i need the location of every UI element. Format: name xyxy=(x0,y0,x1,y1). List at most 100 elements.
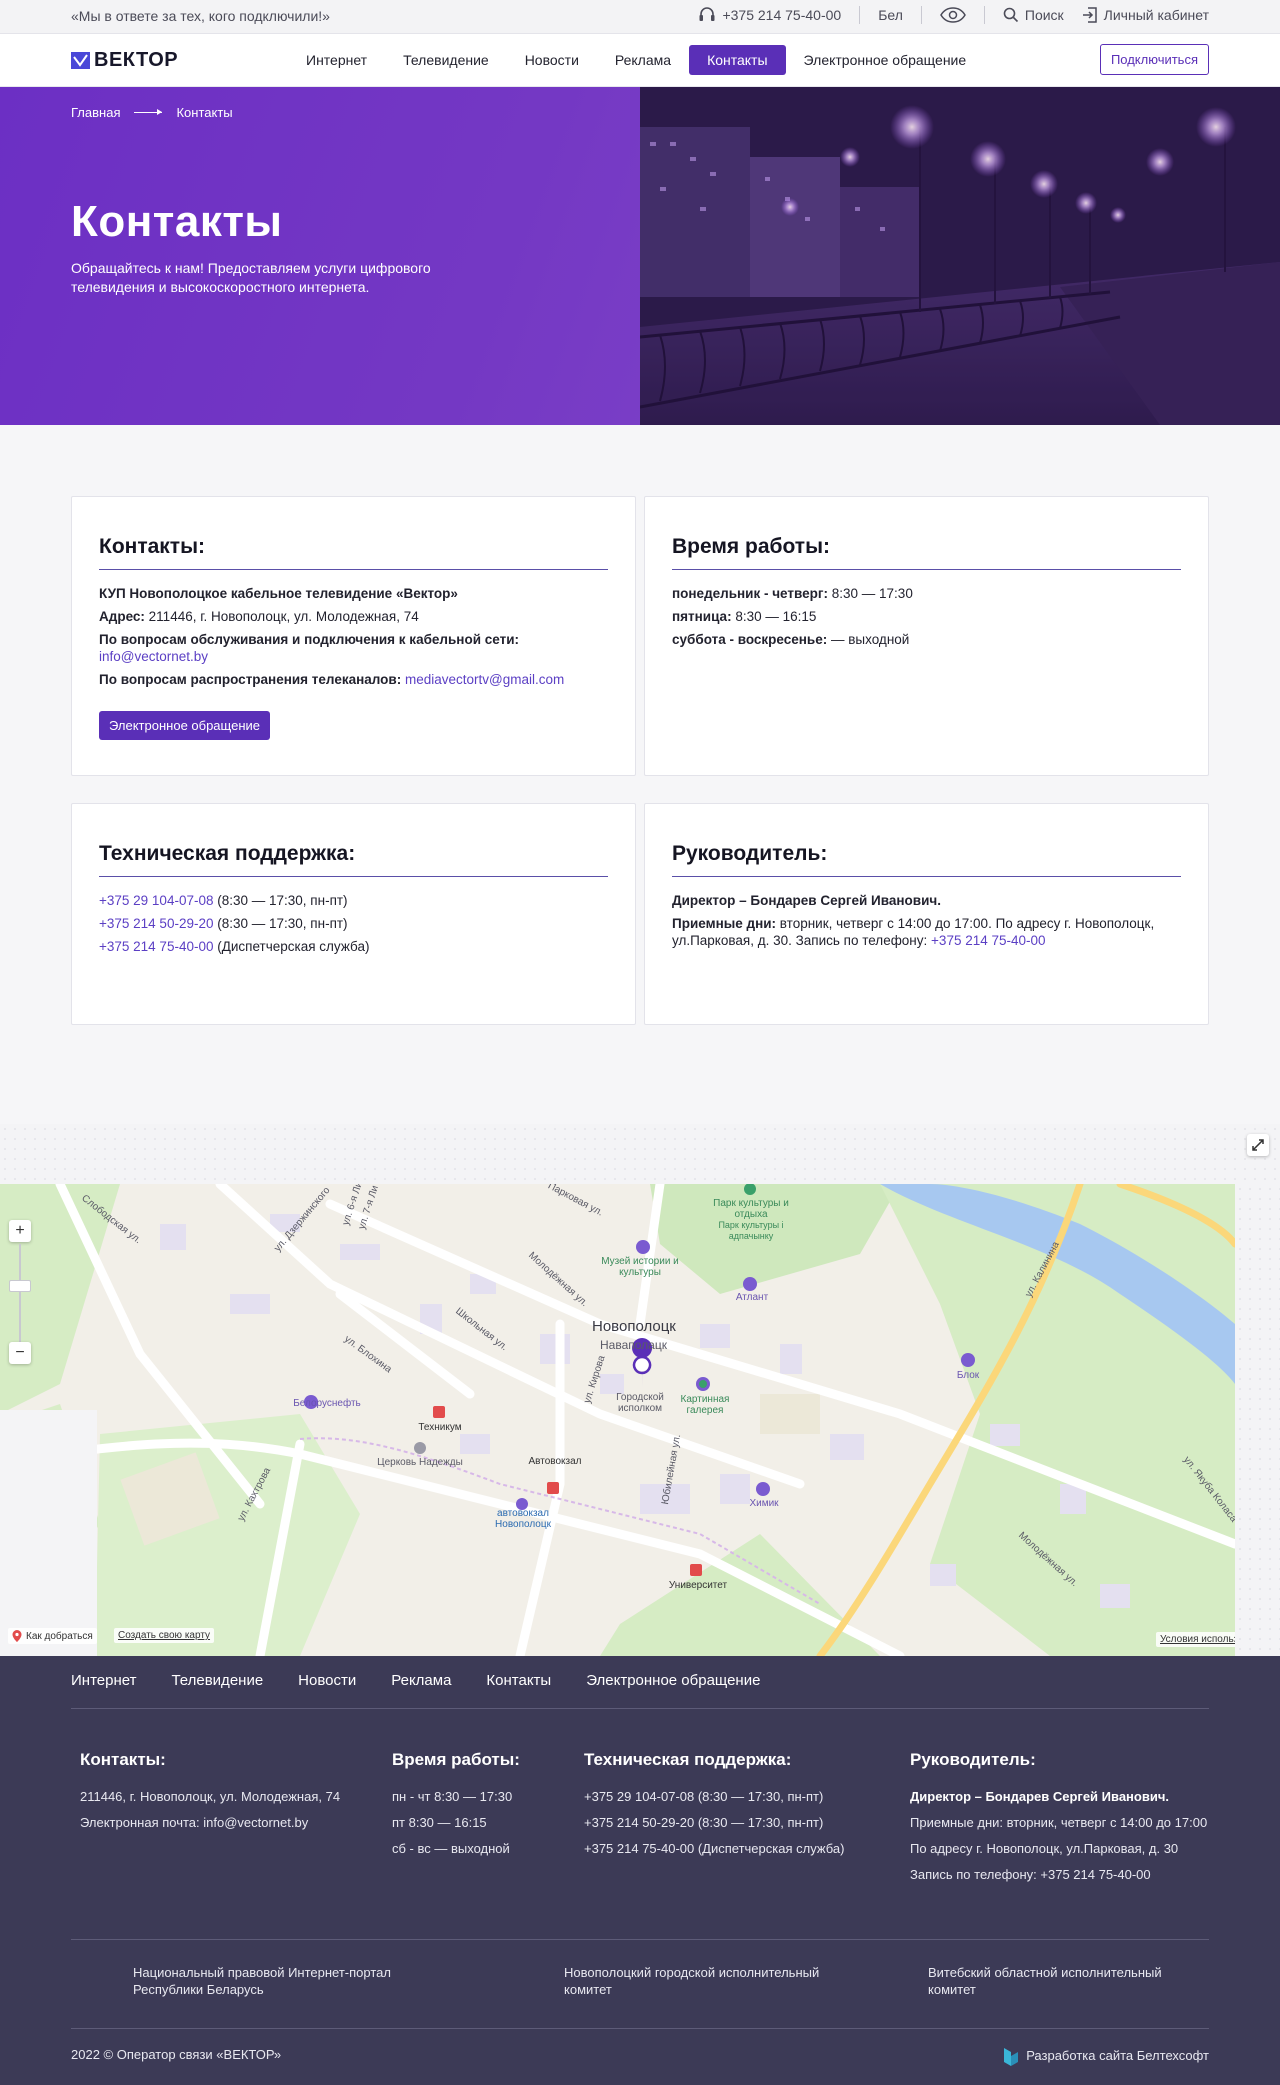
channels-email-link[interactable]: mediavectortv@gmail.com xyxy=(405,672,564,687)
cabinet-link[interactable]: Личный кабинет xyxy=(1082,7,1209,23)
nav-internet[interactable]: Интернет xyxy=(288,45,385,75)
map-poi: Техникум xyxy=(418,1422,462,1433)
footer-director-line: По адресу г. Новополоцк, ул.Парковая, д.… xyxy=(910,1841,1179,1856)
route-link[interactable]: Как добраться xyxy=(8,1628,97,1644)
footer-support: Техническая поддержка: +375 29 104-07-08… xyxy=(584,1750,844,1862)
create-map-link[interactable]: Создать свою карту xyxy=(114,1628,215,1643)
logo-text: ВЕКТОР xyxy=(94,49,179,71)
terms-link[interactable]: Условия использования xyxy=(1156,1632,1235,1647)
support-row: +375 29 104-07-08 (8:30 — 17:30, пн-пт) xyxy=(99,892,608,909)
logo-mark-icon xyxy=(71,52,90,69)
hero-night-street-image xyxy=(640,87,1280,425)
org-name: КУП Новополоцкое кабельное телевидение «… xyxy=(99,586,458,601)
nav-contacts[interactable]: Контакты xyxy=(689,45,786,75)
address-label: Адрес: xyxy=(99,609,145,624)
map-poi: Блок xyxy=(956,1370,980,1381)
footer-hours-line: пт 8:30 — 16:15 xyxy=(392,1815,487,1830)
nav-ads[interactable]: Реклама xyxy=(597,45,689,75)
search-link[interactable]: Поиск xyxy=(1003,7,1064,23)
support-note: (8:30 — 17:30, пн-пт) xyxy=(217,916,348,931)
footer-director-line: Приемные дни: вторник, четверг с 14:00 д… xyxy=(910,1815,1208,1830)
footer-nav-tv[interactable]: Телевидение xyxy=(171,1672,263,1689)
map-poi: Церковь Надежды xyxy=(377,1457,463,1468)
hours-card: Время работы: понедельник - четверг: 8:3… xyxy=(644,496,1209,776)
service-email-link[interactable]: info@vectornet.by xyxy=(99,649,208,664)
divider xyxy=(859,6,861,24)
footer-support-line[interactable]: +375 214 50-29-20 (8:30 — 17:30, пн-пт) xyxy=(584,1810,844,1836)
page-subtitle: Обращайтесь к нам! Предоставляем услуги … xyxy=(71,260,431,295)
map-poi: Музей истории и культуры xyxy=(601,1256,679,1278)
map[interactable]: Новополоцк Наваполацк Городской исполком… xyxy=(0,1184,1235,1656)
search-icon xyxy=(1003,7,1018,23)
zoom-out-icon[interactable]: − xyxy=(9,1342,31,1364)
footer-address: 211446, г. Новополоцк, ул. Молодежная, 7… xyxy=(80,1789,341,1804)
zoom-in-icon[interactable]: + xyxy=(9,1220,31,1242)
map-poi: Белоруснефть xyxy=(293,1398,361,1409)
address: 211446, г. Новополоцк, ул. Молодежная, 7… xyxy=(148,609,419,624)
zoom-track[interactable] xyxy=(19,1244,21,1342)
eye-icon[interactable] xyxy=(940,7,966,23)
nav-appeal[interactable]: Электронное обращение xyxy=(786,45,985,75)
map-side-strip xyxy=(1235,1184,1280,1656)
divider xyxy=(672,876,1181,877)
director-body: Директор – Бондарев Сергей Иванович. При… xyxy=(672,892,1181,955)
divider xyxy=(71,1708,1209,1709)
divider xyxy=(99,569,608,570)
reception-phone-link[interactable]: +375 214 75-40-00 xyxy=(931,933,1045,948)
support-phone-link[interactable]: +375 214 75-40-00 xyxy=(99,939,213,954)
service-label: По вопросам обслуживания и подключения к… xyxy=(99,632,519,647)
map-poi: Картинная галерея xyxy=(680,1394,730,1416)
developer-logo-icon xyxy=(1004,2048,1019,2066)
header: ВЕКТОР Интернет Телевидение Новости Рекл… xyxy=(0,34,1280,87)
footer-support-line[interactable]: +375 214 75-40-00 (Диспетчерская служба) xyxy=(584,1836,844,1862)
nav-news[interactable]: Новости xyxy=(507,45,597,75)
divider xyxy=(672,569,1181,570)
zoom-handle[interactable] xyxy=(9,1280,31,1292)
footer-nav-contacts[interactable]: Контакты xyxy=(486,1672,551,1689)
director-name: Директор – Бондарев Сергей Иванович. xyxy=(672,893,941,908)
footer-director-line: Запись по телефону: +375 214 75-40-00 xyxy=(910,1867,1151,1882)
footer-nav-news[interactable]: Новости xyxy=(298,1672,356,1689)
partner-link[interactable]: Витебский областной исполнительный комит… xyxy=(928,1964,1198,1998)
page: «Мы в ответе за тех, кого подключили!» +… xyxy=(0,0,1280,2085)
support-row: +375 214 50-29-20 (8:30 — 17:30, пн-пт) xyxy=(99,915,608,932)
map-poi: Атлант xyxy=(735,1292,769,1303)
footer-nav-ads[interactable]: Реклама xyxy=(391,1672,451,1689)
footer-email[interactable]: Электронная почта: info@vectornet.by xyxy=(80,1810,340,1836)
support-phone-link[interactable]: +375 214 50-29-20 xyxy=(99,916,213,931)
map-poi: автовокзал Новополоцк xyxy=(495,1508,551,1530)
breadcrumb-current: Контакты xyxy=(176,105,233,120)
footer-hours: Время работы: пн - чт 8:30 — 17:30 пт 8:… xyxy=(392,1750,520,1862)
logo[interactable]: ВЕКТОР xyxy=(71,49,178,72)
contacts-card: Контакты: КУП Новополоцкое кабельное тел… xyxy=(71,496,636,776)
footer-hours-line: сб - вс — выходной xyxy=(392,1841,510,1856)
map-city-by: Наваполацк xyxy=(600,1338,667,1352)
nav-tv[interactable]: Телевидение xyxy=(385,45,507,75)
map-header-strip xyxy=(0,1124,1280,1184)
breadcrumb-home[interactable]: Главная xyxy=(71,105,120,120)
cabinet-label: Личный кабинет xyxy=(1103,7,1209,23)
footer-nav-internet[interactable]: Интернет xyxy=(71,1672,136,1689)
channels-label: По вопросам распространения телеканалов: xyxy=(99,672,402,687)
top-bar-right: +375 214 75-40-00 Бел Поиск Личный кабин… xyxy=(698,6,1209,24)
footer-nav-appeal[interactable]: Электронное обращение xyxy=(586,1672,760,1689)
connect-button[interactable]: Подключиться xyxy=(1099,44,1209,75)
map-poi: Автовокзал xyxy=(528,1456,582,1467)
support-phone-link[interactable]: +375 29 104-07-08 xyxy=(99,893,213,908)
hours-label: пятница: xyxy=(672,609,732,624)
footer-support-line[interactable]: +375 29 104-07-08 (8:30 — 17:30, пн-пт) xyxy=(584,1784,844,1810)
route-label: Как добраться xyxy=(26,1630,93,1642)
slogan: «Мы в ответе за тех, кого подключили!» xyxy=(71,8,330,24)
developer-link[interactable]: Разработка сайта Белтехсофт xyxy=(1002,2044,1209,2066)
support-note: (Диспетчерская служба) xyxy=(217,939,370,954)
top-phone[interactable]: +375 214 75-40-00 xyxy=(698,7,841,23)
footer-director-title: Руководитель: xyxy=(910,1750,1036,1769)
map-pin-label: Городской исполком xyxy=(616,1392,664,1414)
fullscreen-icon[interactable] xyxy=(1247,1134,1269,1156)
lang-switch[interactable]: Бел xyxy=(878,7,903,23)
partner-link[interactable]: Новополоцкий городской исполнительный ко… xyxy=(564,1964,834,1998)
support-card: Техническая поддержка: +375 29 104-07-08… xyxy=(71,803,636,1025)
appeal-button[interactable]: Электронное обращение xyxy=(99,711,270,740)
arrow-right-icon xyxy=(134,109,163,115)
partner-link[interactable]: Национальный правовой Интернет-портал Ре… xyxy=(133,1964,403,1998)
